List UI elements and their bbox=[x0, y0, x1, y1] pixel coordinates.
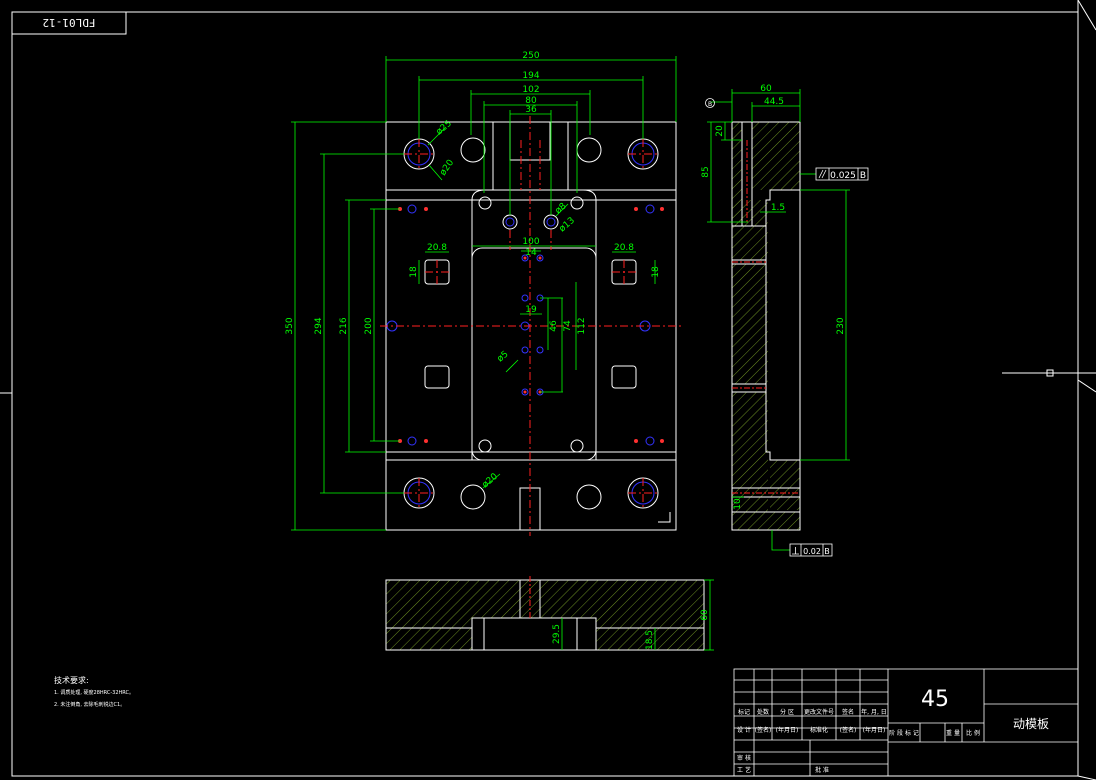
bottom-section-view: 60 29.5 18.5 bbox=[385, 576, 714, 651]
dim-dia20-bottom: ø20 bbox=[481, 472, 501, 491]
dim-bottom-60: 60 bbox=[700, 609, 710, 621]
datum-letter: B bbox=[708, 101, 712, 108]
tb-weight-label: 重 量 bbox=[946, 729, 960, 737]
tb-row-label-1: 处数 bbox=[757, 708, 769, 716]
dim-216: 216 bbox=[339, 317, 349, 334]
parallelism-datum: B bbox=[860, 171, 866, 181]
dim-pocket-height-right: 18 bbox=[651, 266, 661, 278]
perpendicularity-datum: B bbox=[824, 547, 830, 556]
dim-side-60: 60 bbox=[760, 84, 772, 94]
side-section-view: 60 44.5 20 85 230 1.5 10 0.025 B 0.02 B bbox=[701, 84, 869, 557]
notes-heading: 技术要求: bbox=[54, 675, 89, 685]
parallelism-frame: 0.025 B bbox=[815, 167, 869, 181]
technical-notes: 技术要求: 1. 调质处理, 硬度28HRC-32HRC。 2. 未注倒角, 去… bbox=[54, 675, 134, 708]
dim-pocket-width-left: 20.8 bbox=[427, 243, 447, 253]
notes-line-1: 1. 调质处理, 硬度28HRC-32HRC。 bbox=[54, 689, 134, 696]
perpendicularity-value: 0.02 bbox=[803, 547, 821, 556]
drawing-frame bbox=[0, 0, 1096, 780]
dim-side-85: 85 bbox=[701, 166, 711, 177]
parallelism-value: 0.025 bbox=[830, 171, 856, 181]
dim-side-44-5: 44.5 bbox=[764, 97, 784, 107]
dim-bottom-29-5: 29.5 bbox=[552, 624, 562, 644]
tb-design-0: 设 计 bbox=[737, 726, 751, 734]
dim-side-20: 20 bbox=[715, 125, 725, 137]
dim-dia13: ø13 bbox=[558, 216, 577, 235]
tb-row-label-5: 年, 月, 日 bbox=[861, 708, 887, 716]
front-dimension-texts: 250 194 102 80 36 350 294 216 200 ø25 ø2… bbox=[285, 51, 661, 490]
perpendicular-icon bbox=[792, 547, 799, 555]
tb-row-label-0: 标记 bbox=[738, 708, 750, 716]
dim-36: 36 bbox=[525, 105, 537, 115]
dim-pocket-height-left: 18 bbox=[409, 266, 419, 278]
tb-row-label-2: 分 区 bbox=[780, 708, 794, 716]
front-centerlines bbox=[380, 116, 682, 536]
dim-350: 350 bbox=[285, 317, 295, 334]
front-dimension-lines bbox=[291, 56, 677, 531]
tb-row-label-3: 更改文件号 bbox=[804, 708, 834, 716]
dim-200: 200 bbox=[364, 317, 374, 334]
tb-design-4: (签名) bbox=[840, 726, 857, 734]
dim-side-10: 10 bbox=[733, 498, 743, 510]
perpendicularity-frame: 0.02 B bbox=[789, 543, 833, 557]
dim-dia20-top: ø20 bbox=[438, 158, 456, 178]
tb-approve-label: 批 准 bbox=[815, 766, 829, 774]
front-hidden-features bbox=[386, 142, 655, 505]
dim-112: 112 bbox=[577, 317, 587, 334]
dim-194: 194 bbox=[522, 71, 539, 81]
dim-250: 250 bbox=[522, 51, 539, 61]
tb-design-1: (签名) bbox=[755, 726, 772, 734]
dim-46: 46 bbox=[549, 320, 559, 332]
notes-line-2: 2. 未注倒角, 去除毛刺锐边C1。 bbox=[54, 701, 125, 708]
dim-dia5: ø5 bbox=[496, 349, 511, 364]
tb-design-2: (年月日) bbox=[776, 726, 799, 734]
title-block: 45 动模板 标记 处数 分 区 更改文件号 签名 年, 月, 日 设 计 (签… bbox=[733, 668, 1079, 777]
datum-marker: B bbox=[705, 98, 715, 108]
dim-pocket-width-right: 20.8 bbox=[614, 243, 634, 253]
dim-19: 19 bbox=[525, 305, 537, 315]
material-label: 45 bbox=[921, 687, 949, 712]
dim-74: 74 bbox=[563, 320, 573, 332]
tb-process-label: 工 艺 bbox=[737, 766, 751, 774]
part-name: 动模板 bbox=[1013, 717, 1049, 731]
dim-dia8: ø8 bbox=[554, 201, 569, 216]
drawing-number: FDL01-12 bbox=[43, 16, 96, 29]
dim-side-230: 230 bbox=[836, 317, 846, 334]
tb-design-5: (年月日) bbox=[863, 726, 886, 734]
dim-100: 100 bbox=[522, 237, 539, 247]
cad-drawing: FDL01-12 250 194 102 80 36 350 294 216 2… bbox=[0, 0, 1096, 780]
tb-stage-label: 阶 段 标 记 bbox=[889, 729, 919, 737]
front-view: 250 194 102 80 36 350 294 216 200 ø25 ø2… bbox=[285, 51, 682, 536]
dim-14: 14 bbox=[525, 248, 537, 258]
dim-side-1-5: 1.5 bbox=[771, 203, 785, 213]
tb-review-label: 审 核 bbox=[737, 754, 751, 762]
tb-design-3: 标准化 bbox=[810, 726, 828, 734]
tb-scale-label: 比 例 bbox=[966, 729, 980, 737]
tb-row-label-4: 签名 bbox=[842, 708, 854, 716]
dim-bottom-18-5: 18.5 bbox=[645, 630, 655, 650]
dim-294: 294 bbox=[314, 317, 324, 334]
dim-102: 102 bbox=[522, 85, 539, 95]
